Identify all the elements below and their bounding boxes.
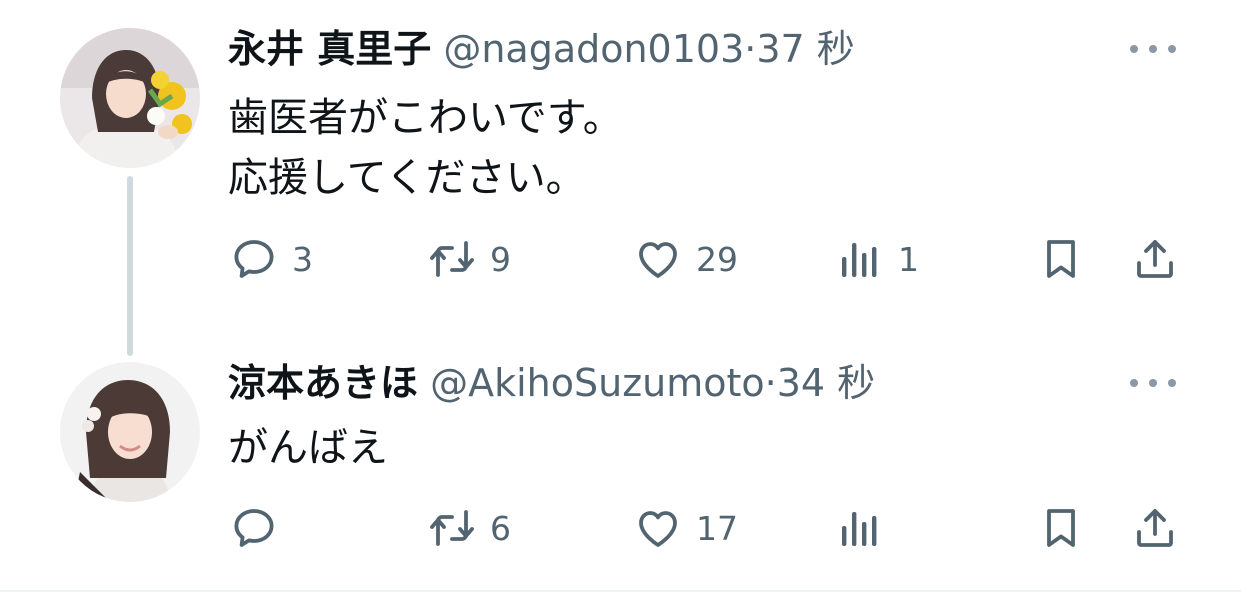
more-icon xyxy=(1130,379,1138,387)
heart-icon xyxy=(634,504,682,552)
like-button[interactable]: 17 xyxy=(634,503,738,553)
share-icon xyxy=(1131,504,1179,552)
views-button[interactable] xyxy=(836,503,898,553)
bookmark-icon xyxy=(1037,504,1085,552)
reply-button[interactable] xyxy=(230,503,292,553)
tweet-text-line: がんばえ xyxy=(228,425,388,471)
more-options-button[interactable] xyxy=(1130,373,1176,393)
retweet-icon xyxy=(428,504,476,552)
tweet-header: 涼本あきほ @AkihoSuzumoto·34 秒 xyxy=(228,359,875,407)
user-handle[interactable]: @AkihoSuzumoto xyxy=(430,361,765,405)
retweet-count: 6 xyxy=(490,508,511,548)
reply-icon xyxy=(230,504,278,552)
display-name[interactable]: 涼本あきほ xyxy=(228,361,418,405)
action-bar: 6 17 xyxy=(0,503,1241,553)
share-button[interactable] xyxy=(1131,503,1179,553)
retweet-button[interactable]: 6 xyxy=(428,503,511,553)
separator-dot: · xyxy=(764,361,777,405)
tweet-text: がんばえ xyxy=(228,418,388,478)
bookmark-button[interactable] xyxy=(1037,503,1085,553)
divider xyxy=(0,590,1241,592)
like-count: 17 xyxy=(696,508,738,548)
avatar[interactable] xyxy=(60,362,200,502)
tweet-2[interactable]: 涼本あきほ @AkihoSuzumoto·34 秒 がんばえ 6 17 xyxy=(0,0,1241,590)
views-icon xyxy=(836,504,884,552)
timestamp[interactable]: 34 秒 xyxy=(777,361,875,405)
